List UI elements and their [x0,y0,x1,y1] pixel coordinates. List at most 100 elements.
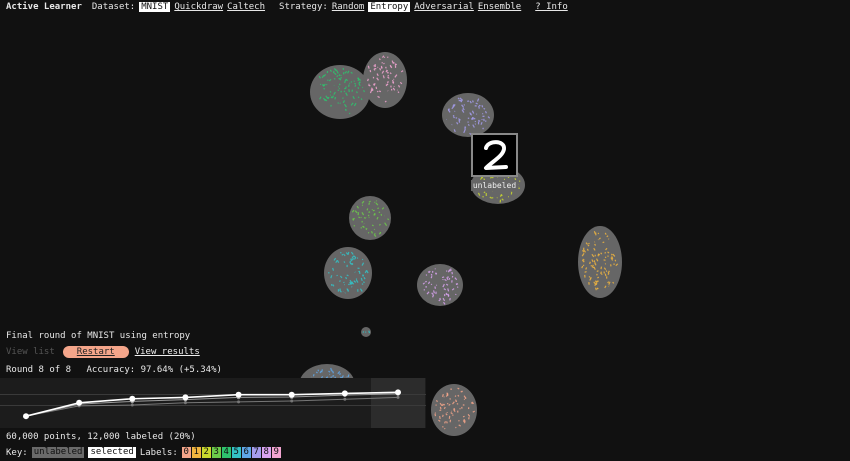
labeled-point [589,261,591,265]
control-row: View list Restart View results [6,346,200,358]
labeled-point [352,218,354,221]
labeled-point [340,76,343,79]
accuracy-chart[interactable] [0,378,426,428]
label-chip-8[interactable]: 8 [261,447,271,458]
label-chip-2[interactable]: 2 [201,447,211,458]
labeled-point [594,243,597,246]
labeled-point [367,78,369,82]
labeled-point [371,224,374,227]
unlabeled-points [363,52,407,108]
digit-image [483,140,508,170]
accuracy-point-0-0 [23,413,29,420]
labeled-point [451,275,454,278]
labeled-point [474,120,477,123]
labeled-point [345,276,348,280]
labeled-point [454,399,457,402]
labeled-point [439,415,441,419]
labeled-point [455,426,457,429]
label-chip-9[interactable]: 9 [271,447,281,458]
labeled-point [326,83,328,86]
unlabeled-points [442,93,494,137]
labeled-point [447,288,450,292]
cluster-0[interactable] [310,65,370,119]
labeled-point [595,280,599,283]
labeled-point [430,275,433,279]
key-selected: selected [88,447,136,458]
labeled-point [359,81,361,84]
cluster-7[interactable] [578,226,622,298]
labeled-point [360,98,363,101]
labeled-point [363,90,366,93]
labeled-point [389,72,392,75]
labeled-point [362,331,365,333]
labeled-point [365,227,368,231]
labeled-point [472,100,474,103]
labeled-point [358,270,361,274]
label-chip-3[interactable]: 3 [211,447,221,458]
point-tooltip: unlabeled [471,133,518,191]
labeled-point [346,274,349,277]
labeled-point [430,273,433,276]
labeled-point [430,283,433,286]
labeled-point [339,372,341,376]
cluster-8[interactable] [361,327,371,337]
key-unlabeled: unlabeled [31,447,85,458]
labeled-point [338,83,341,86]
labeled-point [604,273,607,277]
labeled-point [377,207,380,210]
accuracy-point-0-3 [182,394,189,401]
cluster-5[interactable] [324,247,372,299]
labeled-point [473,117,476,120]
labeled-point [359,79,362,81]
labeled-point [378,90,382,93]
labeled-point [334,96,337,100]
labeled-point [467,123,470,127]
labeled-point [448,108,450,111]
cluster-2[interactable] [442,93,494,137]
labeled-point [384,100,387,103]
labeled-point [361,258,364,261]
cluster-1[interactable] [363,52,407,108]
labeled-point [484,110,487,114]
label-chip-5[interactable]: 5 [231,447,241,458]
labeled-point [369,69,372,73]
labeled-point [343,254,346,257]
label-chip-6[interactable]: 6 [241,447,251,458]
points-summary: 60,000 points, 12,000 labeled (20%) [6,432,196,442]
cluster-6[interactable] [417,264,463,306]
labeled-point [594,287,597,291]
label-chip-7[interactable]: 7 [251,447,261,458]
labeled-point [443,427,446,430]
labeled-point [387,74,390,77]
labeled-point [425,274,428,276]
unlabeled-points [349,196,391,240]
labeled-point [329,91,332,93]
labeled-point [332,370,334,374]
label-chip-1[interactable]: 1 [191,447,201,458]
labeled-point [340,74,342,77]
labeled-point [483,191,486,194]
labeled-point [594,280,597,283]
labeled-point [455,282,458,285]
labeled-point [467,413,470,416]
labeled-point [333,77,336,80]
cluster-10[interactable] [431,384,477,436]
labeled-point [368,330,371,334]
labeled-point [378,223,381,226]
labeled-point [336,75,339,78]
labeled-point [376,90,379,93]
accuracy-point-0-4 [235,391,242,398]
view-results-link[interactable]: View results [135,347,200,357]
labeled-point [356,257,359,259]
cluster-4[interactable] [349,196,391,240]
labeled-point [332,267,335,271]
labeled-point [386,81,389,84]
restart-button[interactable]: Restart [62,346,129,358]
accuracy-point-2-4 [237,400,241,404]
labeled-point [374,201,376,204]
labeled-point [342,97,344,99]
label-chip-4[interactable]: 4 [221,447,231,458]
accuracy-readout: Accuracy: 97.64% (+5.34%) [86,365,222,375]
labeled-point [315,371,318,374]
label-chip-0[interactable]: 0 [181,447,191,458]
